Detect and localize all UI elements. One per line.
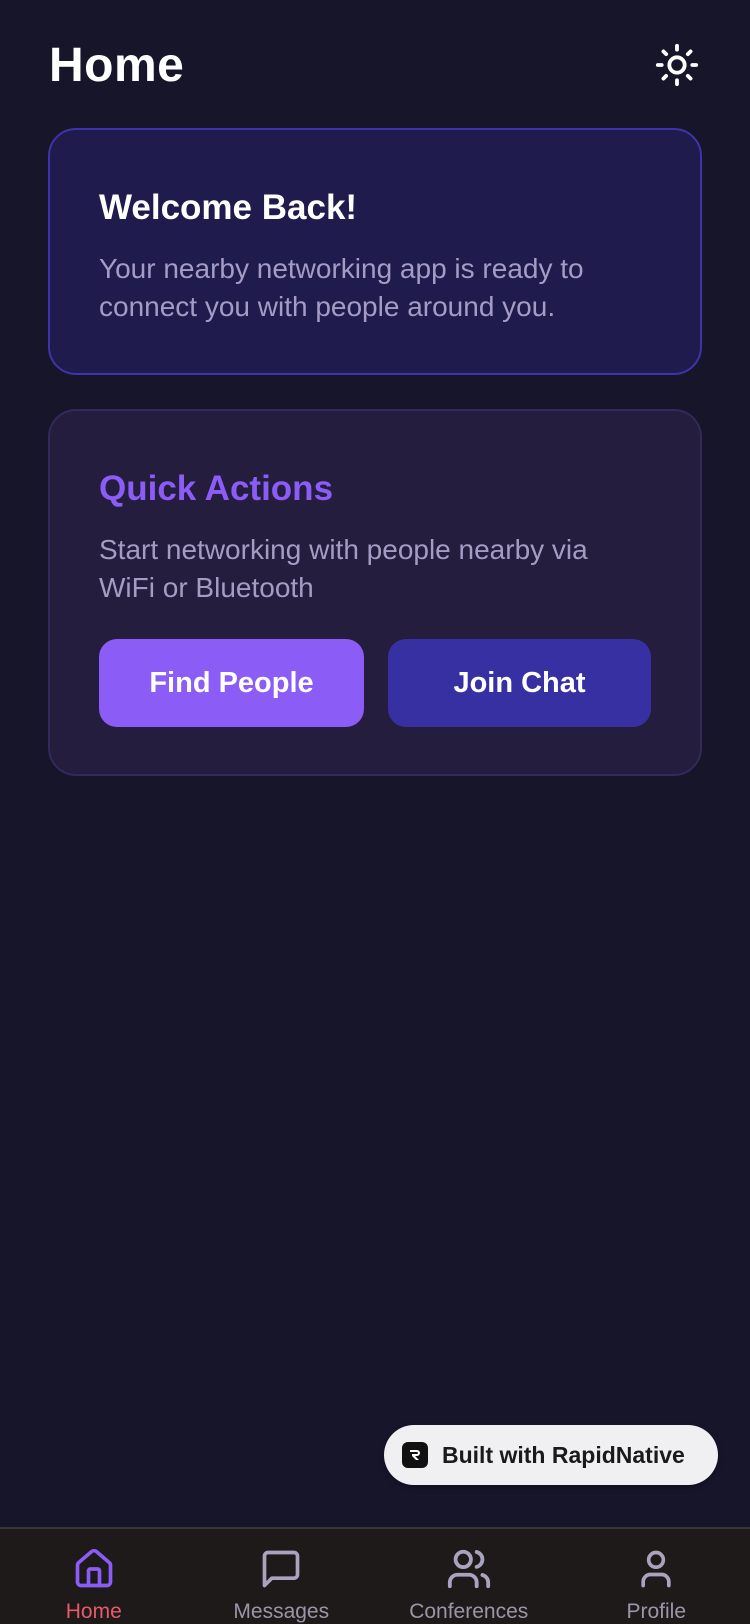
welcome-text: Your nearby networking app is ready to c… [99, 253, 584, 322]
bottom-tab-bar: Home Messages Conferences Profile [0, 1527, 750, 1624]
quick-actions-text: Start networking with people nearby via … [99, 534, 588, 603]
built-with-label: Built with RapidNative [442, 1441, 685, 1468]
quick-actions-title: Quick Actions [99, 469, 334, 508]
welcome-card: Welcome Back! Your nearby networking app… [48, 128, 702, 375]
quick-actions-card: Quick Actions Start networking with peop… [48, 409, 702, 776]
user-icon [632, 1545, 680, 1592]
tab-home[interactable]: Home [0, 1529, 188, 1624]
find-people-button[interactable]: Find People [99, 639, 364, 727]
tab-conferences-label: Conferences [409, 1600, 529, 1623]
tab-messages[interactable]: Messages [188, 1529, 376, 1624]
home-icon [70, 1545, 118, 1592]
tab-messages-label: Messages [233, 1600, 330, 1623]
sun-icon [655, 43, 699, 87]
theme-toggle-button[interactable] [653, 41, 701, 89]
tab-profile-label: Profile [626, 1600, 687, 1623]
tab-profile[interactable]: Profile [563, 1529, 750, 1624]
tab-conferences[interactable]: Conferences [375, 1529, 563, 1624]
join-chat-button[interactable]: Join Chat [388, 639, 651, 727]
welcome-title: Welcome Back! [99, 188, 358, 227]
tab-home-label: Home [65, 1600, 122, 1623]
header: Home [49, 30, 701, 100]
built-with-badge[interactable]: Built with RapidNative [384, 1425, 718, 1485]
quick-actions-buttons: Find People Join Chat [99, 639, 651, 727]
rapidnative-logo-icon [402, 1442, 428, 1468]
page-title: Home [49, 38, 185, 92]
users-icon [445, 1545, 493, 1592]
message-icon [257, 1545, 305, 1592]
